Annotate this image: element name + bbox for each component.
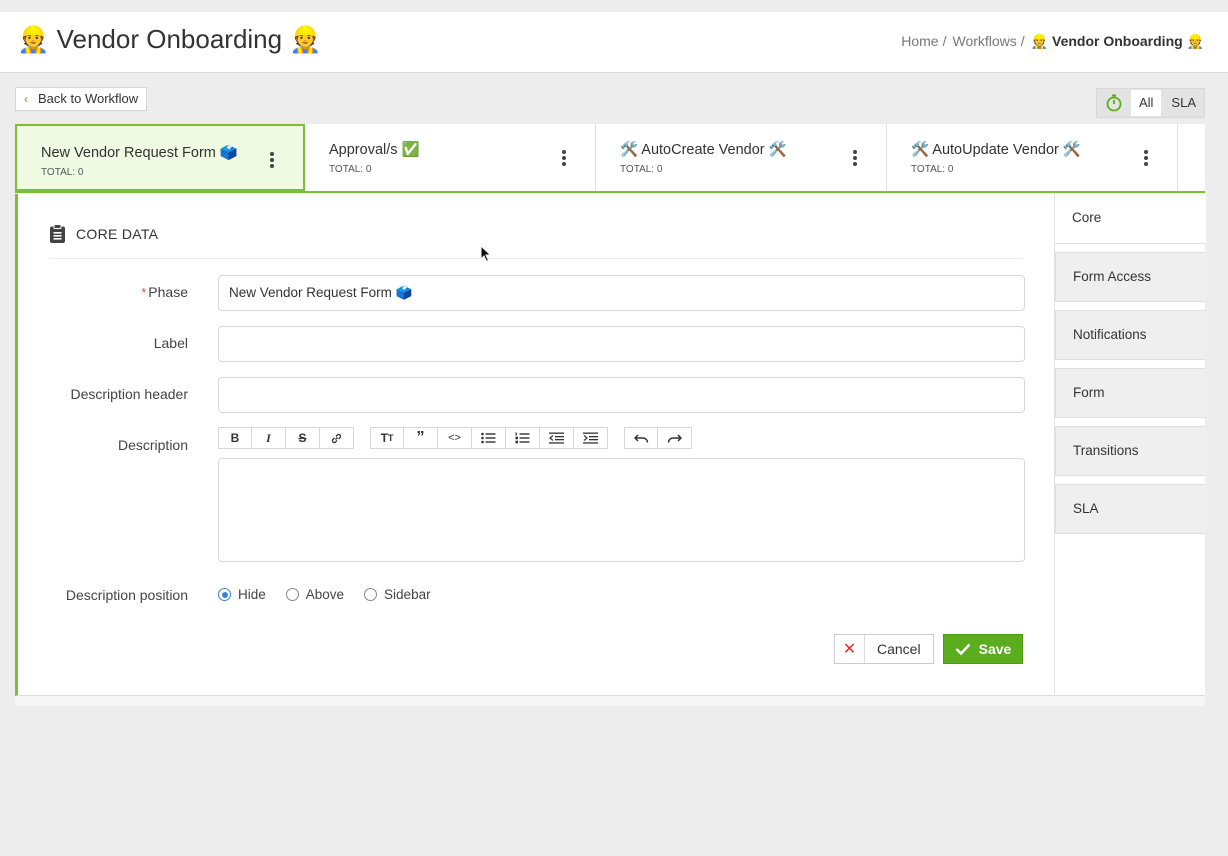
filter-sla-button[interactable]: SLA (1163, 90, 1204, 116)
radio-hide[interactable]: Hide (218, 587, 266, 602)
radio-button[interactable] (364, 588, 378, 601)
side-tab-sla[interactable]: SLA (1055, 484, 1206, 534)
side-tab-core[interactable]: Core (1055, 194, 1206, 244)
redo-icon[interactable] (658, 427, 692, 449)
description-field-label: Description (117, 437, 188, 453)
description-position-radio-group: Hide Above Sidebar (218, 587, 451, 602)
page-title: 👷 Vendor Onboarding 👷 (17, 24, 322, 54)
bold-icon[interactable]: B (218, 427, 252, 449)
breadcrumb-separator: / (942, 33, 947, 49)
section-title-text: CORE DATA (76, 225, 159, 242)
close-icon: ✕ (835, 635, 865, 663)
window-top-strip (0, 0, 1228, 12)
phase-tabs: New Vendor Request Form 🗳️ TOTAL: 0 Appr… (15, 124, 1205, 193)
outdent-icon[interactable] (540, 427, 574, 449)
side-tab-transitions[interactable]: Transitions (1055, 426, 1206, 476)
radio-button[interactable] (285, 588, 299, 601)
side-tab-form[interactable]: Form (1055, 368, 1206, 418)
phase-tab-total: TOTAL: 0 (329, 164, 372, 175)
breadcrumb-home[interactable]: Home (901, 33, 938, 49)
breadcrumb: Home / Workflows / 👷 Vendor Onboarding 👷 (901, 33, 1204, 50)
panel-bottom-edge (15, 696, 1205, 706)
heading-icon[interactable]: TT (370, 427, 404, 449)
kebab-menu-icon[interactable] (852, 150, 858, 166)
phase-tab-autocreate-vendor[interactable]: 🛠️ AutoCreate Vendor 🛠️ TOTAL: 0 (596, 124, 887, 191)
section-title: CORE DATA (50, 224, 158, 243)
phase-tab-name: 🛠️ AutoCreate Vendor 🛠️ (620, 142, 787, 158)
undo-icon[interactable] (624, 427, 658, 449)
kebab-menu-icon[interactable] (269, 152, 275, 168)
kebab-menu-icon[interactable] (1143, 150, 1149, 166)
phase-tab-new-vendor-request[interactable]: New Vendor Request Form 🗳️ TOTAL: 0 (15, 124, 305, 191)
description-editor[interactable] (218, 458, 1025, 562)
kebab-menu-icon[interactable] (561, 150, 567, 166)
section-divider (50, 258, 1023, 259)
code-icon[interactable]: <> (438, 427, 472, 449)
description-position-label: Description position (65, 587, 188, 603)
checkmark-icon (955, 643, 971, 655)
breadcrumb-workflows[interactable]: Workflows (952, 33, 1016, 49)
save-button-label: Save (978, 641, 1012, 657)
italic-icon[interactable]: I (252, 427, 286, 449)
phase-tab-total: TOTAL: 0 (911, 164, 954, 175)
breadcrumb-separator: / (1020, 33, 1025, 49)
quote-icon[interactable]: ” (404, 427, 438, 449)
clipboard-icon (50, 224, 65, 243)
description-header-field-label: Description header (70, 386, 188, 402)
breadcrumb-current: 👷 Vendor Onboarding 👷 (1030, 33, 1204, 49)
phase-tab-total: TOTAL: 0 (41, 167, 84, 178)
mouse-cursor-icon (480, 245, 492, 263)
filter-all-button[interactable]: All (1130, 90, 1162, 116)
required-marker: * (141, 285, 147, 300)
indent-icon[interactable] (574, 427, 608, 449)
cancel-button[interactable]: ✕ Cancel (834, 634, 934, 664)
phase-tab-autoupdate-vendor[interactable]: 🛠️ AutoUpdate Vendor 🛠️ TOTAL: 0 (887, 124, 1178, 191)
editor-toolbar: B I S TT ” <> (218, 427, 708, 449)
phase-filter-group: All SLA (1095, 88, 1205, 118)
bullet-list-icon[interactable] (472, 427, 506, 449)
phase-field-label: * Phase (141, 284, 188, 300)
side-tab-form-access[interactable]: Form Access (1055, 252, 1206, 302)
radio-sidebar[interactable]: Sidebar (364, 587, 431, 602)
phase-input[interactable]: New Vendor Request Form 🗳️ (218, 275, 1025, 311)
radio-button-selected[interactable] (218, 588, 231, 601)
phase-tab-next-partial[interactable] (1178, 124, 1205, 191)
phase-tab-name: Approval/s ✅ (329, 142, 420, 158)
link-icon[interactable] (320, 427, 354, 449)
page-header: 👷 Vendor Onboarding 👷 Home / Workflows / 👷 V… (0, 12, 1228, 73)
description-header-input[interactable] (218, 377, 1025, 413)
phase-tab-total: TOTAL: 0 (620, 164, 663, 175)
phase-tab-name: New Vendor Request Form 🗳️ (41, 145, 238, 161)
label-input[interactable] (218, 326, 1025, 362)
back-button-label: Back to Workflow (38, 91, 139, 106)
strikethrough-icon[interactable]: S (286, 427, 320, 449)
numbered-list-icon[interactable] (506, 427, 540, 449)
save-button[interactable]: Save (943, 634, 1023, 664)
cancel-button-label: Cancel (877, 641, 921, 657)
side-tab-notifications[interactable]: Notifications (1055, 310, 1206, 360)
phase-tab-approvals[interactable]: Approval/s ✅ TOTAL: 0 (305, 124, 596, 191)
stopwatch-icon[interactable] (1097, 89, 1131, 117)
back-to-workflow-button[interactable]: ‹ Back to Workflow (15, 87, 148, 111)
core-data-panel: CORE DATA * Phase New Vendor Request Form… (15, 194, 1206, 696)
phase-tab-name: 🛠️ AutoUpdate Vendor 🛠️ (911, 142, 1081, 158)
label-field-label: Label (153, 335, 188, 351)
chevron-left-icon: ‹ (24, 92, 28, 106)
radio-above[interactable]: Above (285, 587, 344, 602)
settings-side-tabs: Core Form Access Notifications Form Tran… (1054, 194, 1206, 694)
